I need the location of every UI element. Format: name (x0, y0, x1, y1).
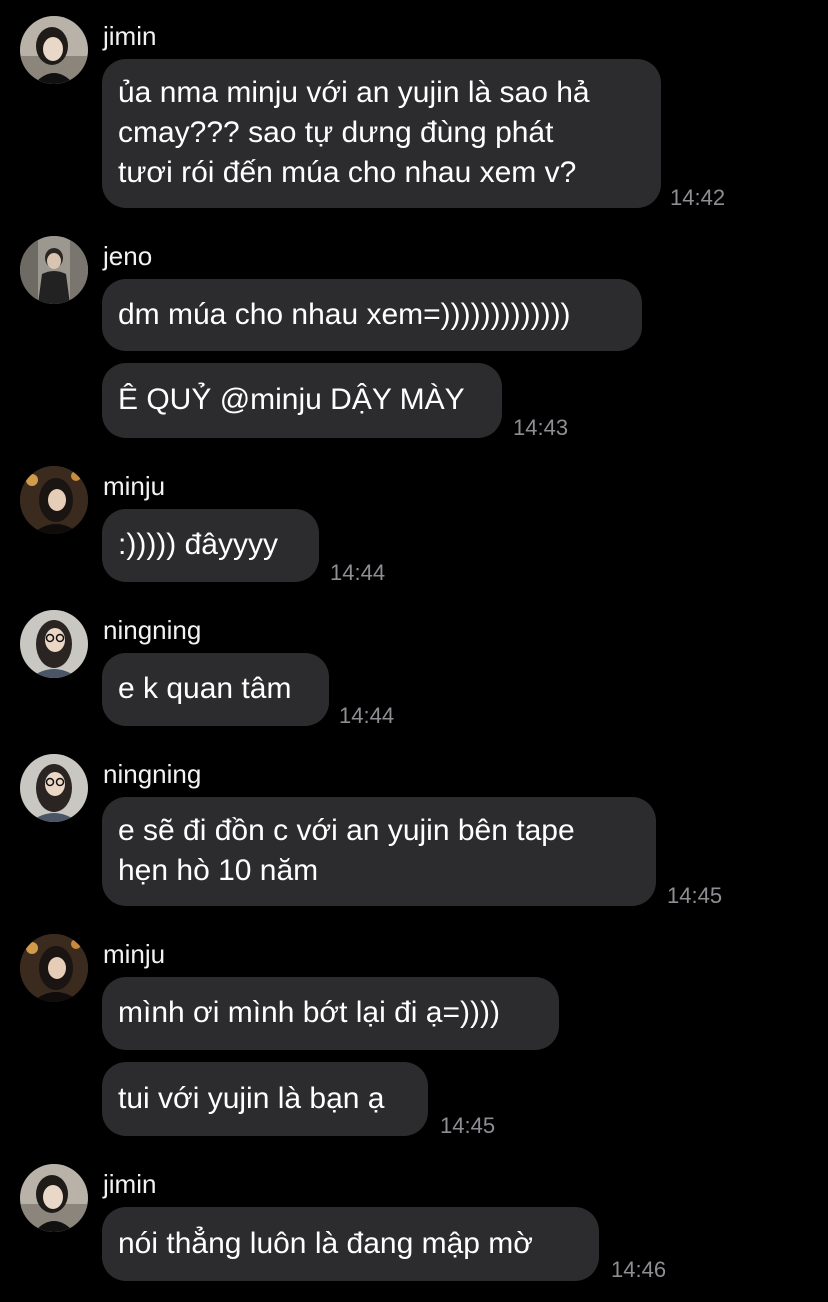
message-text: hẹn hò 10 năm (118, 854, 319, 887)
message-text: dm múa cho nhau xem=))))))))))))) (118, 298, 571, 331)
message-bubble[interactable]: :))))) đâyyyy (102, 509, 319, 582)
message-timestamp: 14:43 (513, 415, 569, 440)
message-timestamp: 14:42 (670, 185, 726, 210)
sender-name: minju (103, 939, 166, 969)
message-text: Ê QUỶ @minju DẬY MÀY (118, 383, 465, 416)
jeno-avatar-icon[interactable] (20, 236, 88, 304)
sender-name: jimin (103, 1169, 157, 1199)
message-text: e sẽ đi đồn c với an yujin bên tape (118, 814, 575, 847)
message-bubble[interactable]: Ê QUỶ @minju DẬY MÀY (102, 363, 502, 438)
message-bubble[interactable]: mình ơi mình bớt lại đi ạ=)))) (102, 977, 559, 1050)
message-text: ủa nma minju với an yujin là sao hả (118, 76, 590, 109)
message-bubble[interactable]: nói thẳng luôn là đang mập mờ (102, 1207, 599, 1281)
message-text: :))))) đâyyyy (118, 528, 278, 561)
message-bubble[interactable]: ủa nma minju với an yujin là sao hả cmay… (102, 59, 661, 208)
sender-name: jeno (103, 241, 153, 271)
message-text: tươi rói đến múa cho nhau xem v? (118, 156, 577, 189)
minju-avatar-icon[interactable] (20, 934, 88, 1002)
message-text: mình ơi mình bớt lại đi ạ=)))) (118, 996, 500, 1029)
message-timestamp: 14:45 (440, 1113, 496, 1138)
sender-name: minju (103, 471, 166, 501)
message-timestamp: 14:46 (611, 1257, 667, 1282)
message-bubble[interactable]: dm múa cho nhau xem=))))))))))))) (102, 279, 642, 351)
message-timestamp: 14:44 (330, 560, 386, 585)
ningning-avatar-icon[interactable] (20, 754, 88, 822)
message-timestamp: 14:45 (667, 883, 723, 908)
message-text: cmay??? sao tự dưng đùng phát (118, 116, 554, 149)
message-bubble[interactable]: tui với yujin là bạn ạ (102, 1062, 428, 1136)
message-timestamp: 14:44 (339, 703, 395, 728)
jimin-avatar-icon[interactable] (20, 16, 88, 84)
jimin-avatar-icon[interactable] (20, 1164, 88, 1232)
ningning-avatar-icon[interactable] (20, 610, 88, 678)
sender-name: jimin (103, 21, 157, 51)
message-text: e k quan tâm (118, 672, 292, 705)
message-bubble[interactable]: e sẽ đi đồn c với an yujin bên tape hẹn … (102, 797, 656, 906)
sender-name: ningning (103, 759, 202, 789)
message-text: nói thẳng luôn là đang mập mờ (118, 1227, 533, 1260)
sender-name: ningning (103, 615, 202, 645)
message-bubble[interactable]: e k quan tâm (102, 653, 329, 726)
minju-avatar-icon[interactable] (20, 466, 88, 534)
message-text: tui với yujin là bạn ạ (118, 1082, 385, 1115)
